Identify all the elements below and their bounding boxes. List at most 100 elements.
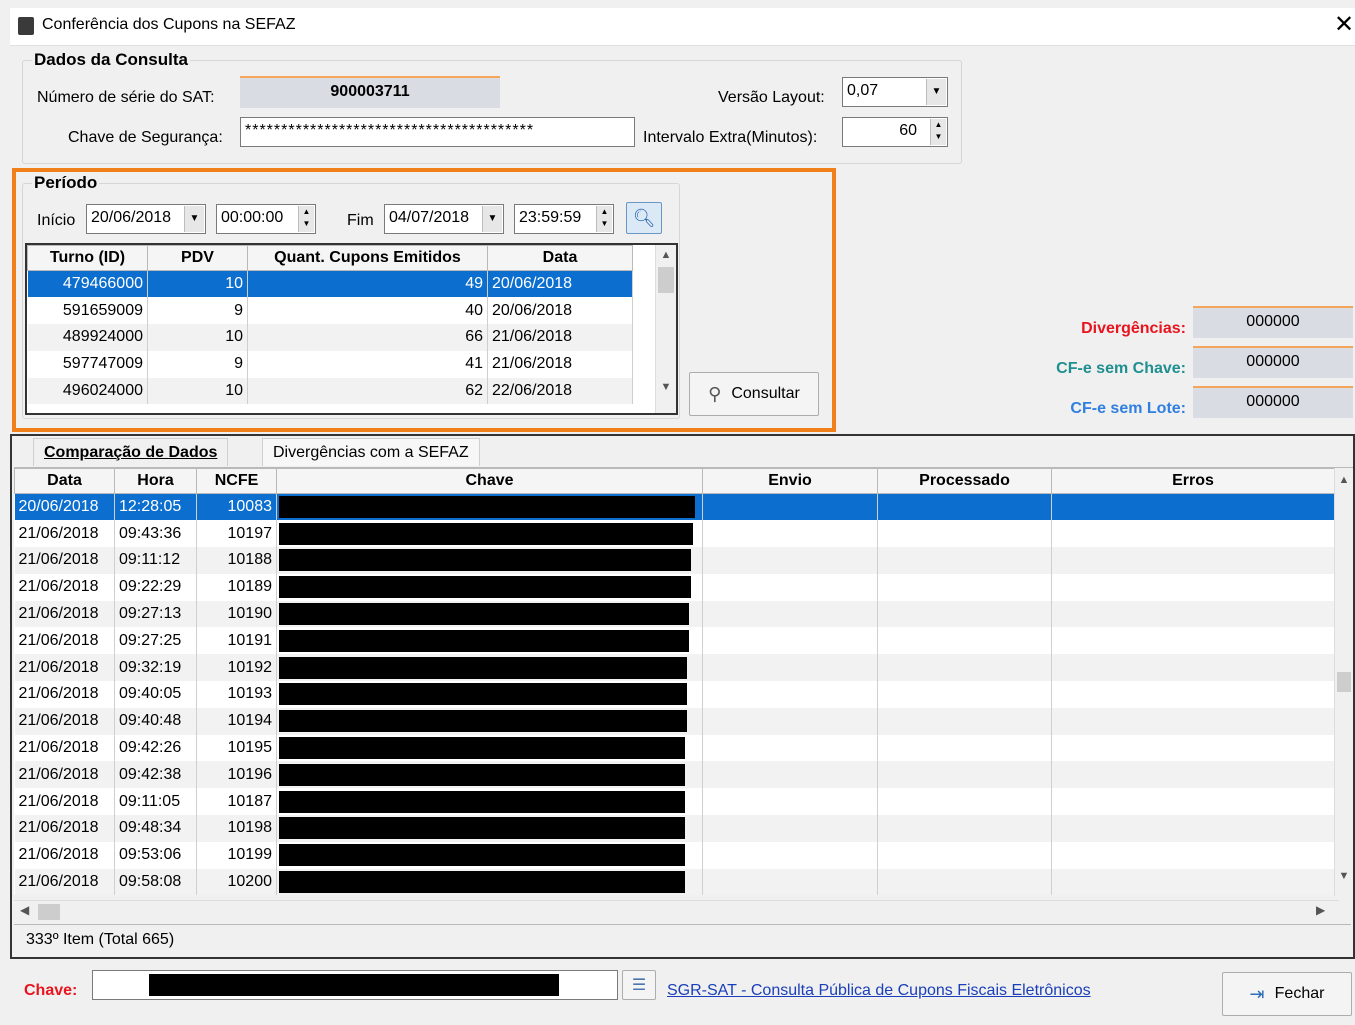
scroll-up-icon[interactable]: ▲	[1335, 474, 1353, 486]
table-row[interactable]: 21/06/2018 09:22:29 10189	[14, 573, 1335, 601]
periodo-label: Período	[32, 173, 100, 193]
table-row[interactable]: 496024000 10 62 22/06/2018	[27, 377, 633, 405]
dados-consulta-label: Dados da Consulta	[32, 50, 190, 70]
empty-cell	[877, 815, 1052, 842]
chave-seguranca-field[interactable]: ****************************************	[240, 117, 635, 147]
col-erros[interactable]: Erros	[1051, 468, 1335, 494]
redacted-chave	[279, 603, 689, 626]
empty-cell	[1051, 520, 1335, 548]
spin-arrows-icon[interactable]: ▲ ▼	[298, 206, 314, 232]
table-row[interactable]: 489924000 10 66 21/06/2018	[27, 324, 633, 351]
col-hora[interactable]: Hora	[114, 468, 197, 494]
comparacao-hscrollbar[interactable]: ◀ ▶	[14, 900, 1339, 922]
versao-layout-label: Versão Layout:	[718, 89, 825, 106]
redacted-chave	[279, 790, 685, 813]
table-row[interactable]: 591659009 9 40 20/06/2018	[27, 297, 633, 325]
list-icon: ☰	[631, 977, 647, 994]
col-quant[interactable]: Quant. Cupons Emitidos	[247, 245, 488, 271]
chave-cell	[276, 734, 703, 762]
table-row[interactable]: 21/06/2018 09:53:06 10199	[14, 841, 1335, 869]
table-row[interactable]: 21/06/2018 09:43:36 10197	[14, 520, 1335, 548]
scroll-down-icon[interactable]: ▼	[1335, 870, 1353, 882]
redacted-chave	[279, 817, 685, 840]
empty-cell	[702, 654, 878, 682]
chave-cell	[276, 681, 703, 708]
tab-comparacao[interactable]: Comparação de Dados	[33, 438, 229, 466]
table-row[interactable]: 21/06/2018 09:42:38 10196	[14, 761, 1335, 789]
empty-cell	[702, 815, 878, 842]
spin-arrows-icon[interactable]: ▲ ▼	[930, 119, 946, 145]
col-data[interactable]: Data	[14, 468, 115, 494]
empty-cell	[702, 707, 878, 735]
scroll-right-icon[interactable]: ▶	[1316, 903, 1325, 917]
table-row[interactable]: 21/06/2018 09:42:26 10195	[14, 734, 1335, 762]
scroll-down-icon[interactable]: ▼	[656, 381, 676, 393]
consultar-button[interactable]: ⚲ Consultar	[689, 372, 819, 416]
scroll-thumb[interactable]	[658, 267, 674, 293]
inicio-date-picker[interactable]: 20/06/2018 ▼	[86, 204, 206, 234]
versao-layout-select[interactable]: 0,07 ▼	[842, 77, 948, 107]
table-row[interactable]: 21/06/2018 09:32:19 10192	[14, 654, 1335, 682]
empty-cell	[877, 841, 1052, 869]
fim-time-field[interactable]: 23:59:59 ▲ ▼	[514, 204, 614, 234]
table-row[interactable]: 597747009 9 41 21/06/2018	[27, 350, 633, 378]
fim-label: Fim	[347, 212, 374, 229]
search-period-button[interactable]: 🔍︎	[626, 202, 662, 234]
fim-date-picker[interactable]: 04/07/2018 ▼	[384, 204, 504, 234]
redacted-chave	[279, 576, 691, 599]
table-row[interactable]: 21/06/2018 09:40:05 10193	[14, 681, 1335, 708]
intervalo-stepper[interactable]: 60 ▲ ▼	[842, 117, 948, 147]
scroll-thumb[interactable]	[38, 904, 60, 920]
comparacao-vscrollbar[interactable]: ▲ ▼	[1334, 468, 1353, 896]
sem-lote-value: 000000	[1193, 386, 1353, 418]
empty-cell	[702, 547, 878, 574]
list-button[interactable]: ☰	[622, 970, 656, 1000]
spin-arrows-icon[interactable]: ▲ ▼	[596, 206, 612, 232]
col-turno[interactable]: Turno (ID)	[27, 245, 148, 271]
chave-cell	[276, 707, 703, 735]
scroll-left-icon[interactable]: ◀	[20, 903, 29, 917]
close-icon[interactable]: ✕	[1332, 10, 1355, 39]
scroll-thumb[interactable]	[1337, 672, 1351, 692]
scroll-up-icon[interactable]: ▲	[656, 249, 676, 261]
table-row[interactable]: 20/06/2018 12:28:05 10083	[14, 493, 1335, 521]
inicio-label: Início	[37, 212, 76, 229]
col-processado[interactable]: Processado	[877, 468, 1052, 494]
col-data[interactable]: Data	[487, 245, 633, 271]
inicio-time-field[interactable]: 00:00:00 ▲ ▼	[216, 204, 316, 234]
comparacao-grid: Data Hora NCFE Chave Envio Processado Er…	[14, 467, 1353, 896]
window-title: Conferência dos Cupons na SEFAZ	[42, 16, 296, 33]
fechar-button[interactable]: ⇥ Fechar	[1222, 972, 1352, 1016]
chave-footer-field[interactable]	[92, 970, 618, 1000]
redacted-chave	[279, 522, 693, 545]
col-pdv[interactable]: PDV	[147, 245, 248, 271]
empty-cell	[702, 761, 878, 789]
table-row[interactable]: 21/06/2018 09:11:05 10187	[14, 788, 1335, 816]
turnos-scrollbar[interactable]: ▲ ▼	[655, 245, 676, 413]
col-chave[interactable]: Chave	[276, 468, 703, 494]
chevron-down-icon[interactable]: ▼	[926, 79, 946, 105]
versao-layout-value: 0,07	[847, 82, 879, 99]
chevron-down-icon[interactable]: ▼	[184, 206, 204, 232]
col-ncfe[interactable]: NCFE	[196, 468, 277, 494]
exit-icon: ⇥	[1249, 983, 1265, 1004]
table-row[interactable]: 21/06/2018 09:58:08 10200	[14, 868, 1335, 896]
table-row[interactable]: 21/06/2018 09:27:25 10191	[14, 627, 1335, 655]
empty-cell	[1051, 547, 1335, 574]
table-row[interactable]: 21/06/2018 09:11:12 10188	[14, 547, 1335, 574]
chevron-down-icon[interactable]: ▼	[482, 206, 502, 232]
col-envio[interactable]: Envio	[702, 468, 878, 494]
table-row[interactable]: 479466000 10 49 20/06/2018	[27, 270, 633, 298]
table-row[interactable]: 21/06/2018 09:48:34 10198	[14, 815, 1335, 842]
redacted-chave	[279, 844, 685, 867]
sem-lote-label: CF-e sem Lote:	[1070, 400, 1186, 417]
tab-divergencias[interactable]: Divergências com a SEFAZ	[262, 438, 480, 466]
inicio-date: 20/06/2018	[91, 209, 172, 226]
table-row[interactable]: 21/06/2018 09:40:48 10194	[14, 707, 1335, 735]
empty-cell	[702, 788, 878, 816]
redacted-chave	[279, 871, 685, 894]
table-row[interactable]: 21/06/2018 09:27:13 10190	[14, 600, 1335, 628]
chave-cell	[276, 815, 703, 842]
consulta-publica-link[interactable]: SGR-SAT - Consulta Pública de Cupons Fis…	[667, 982, 1091, 1000]
consultar-label: Consultar	[731, 385, 800, 402]
